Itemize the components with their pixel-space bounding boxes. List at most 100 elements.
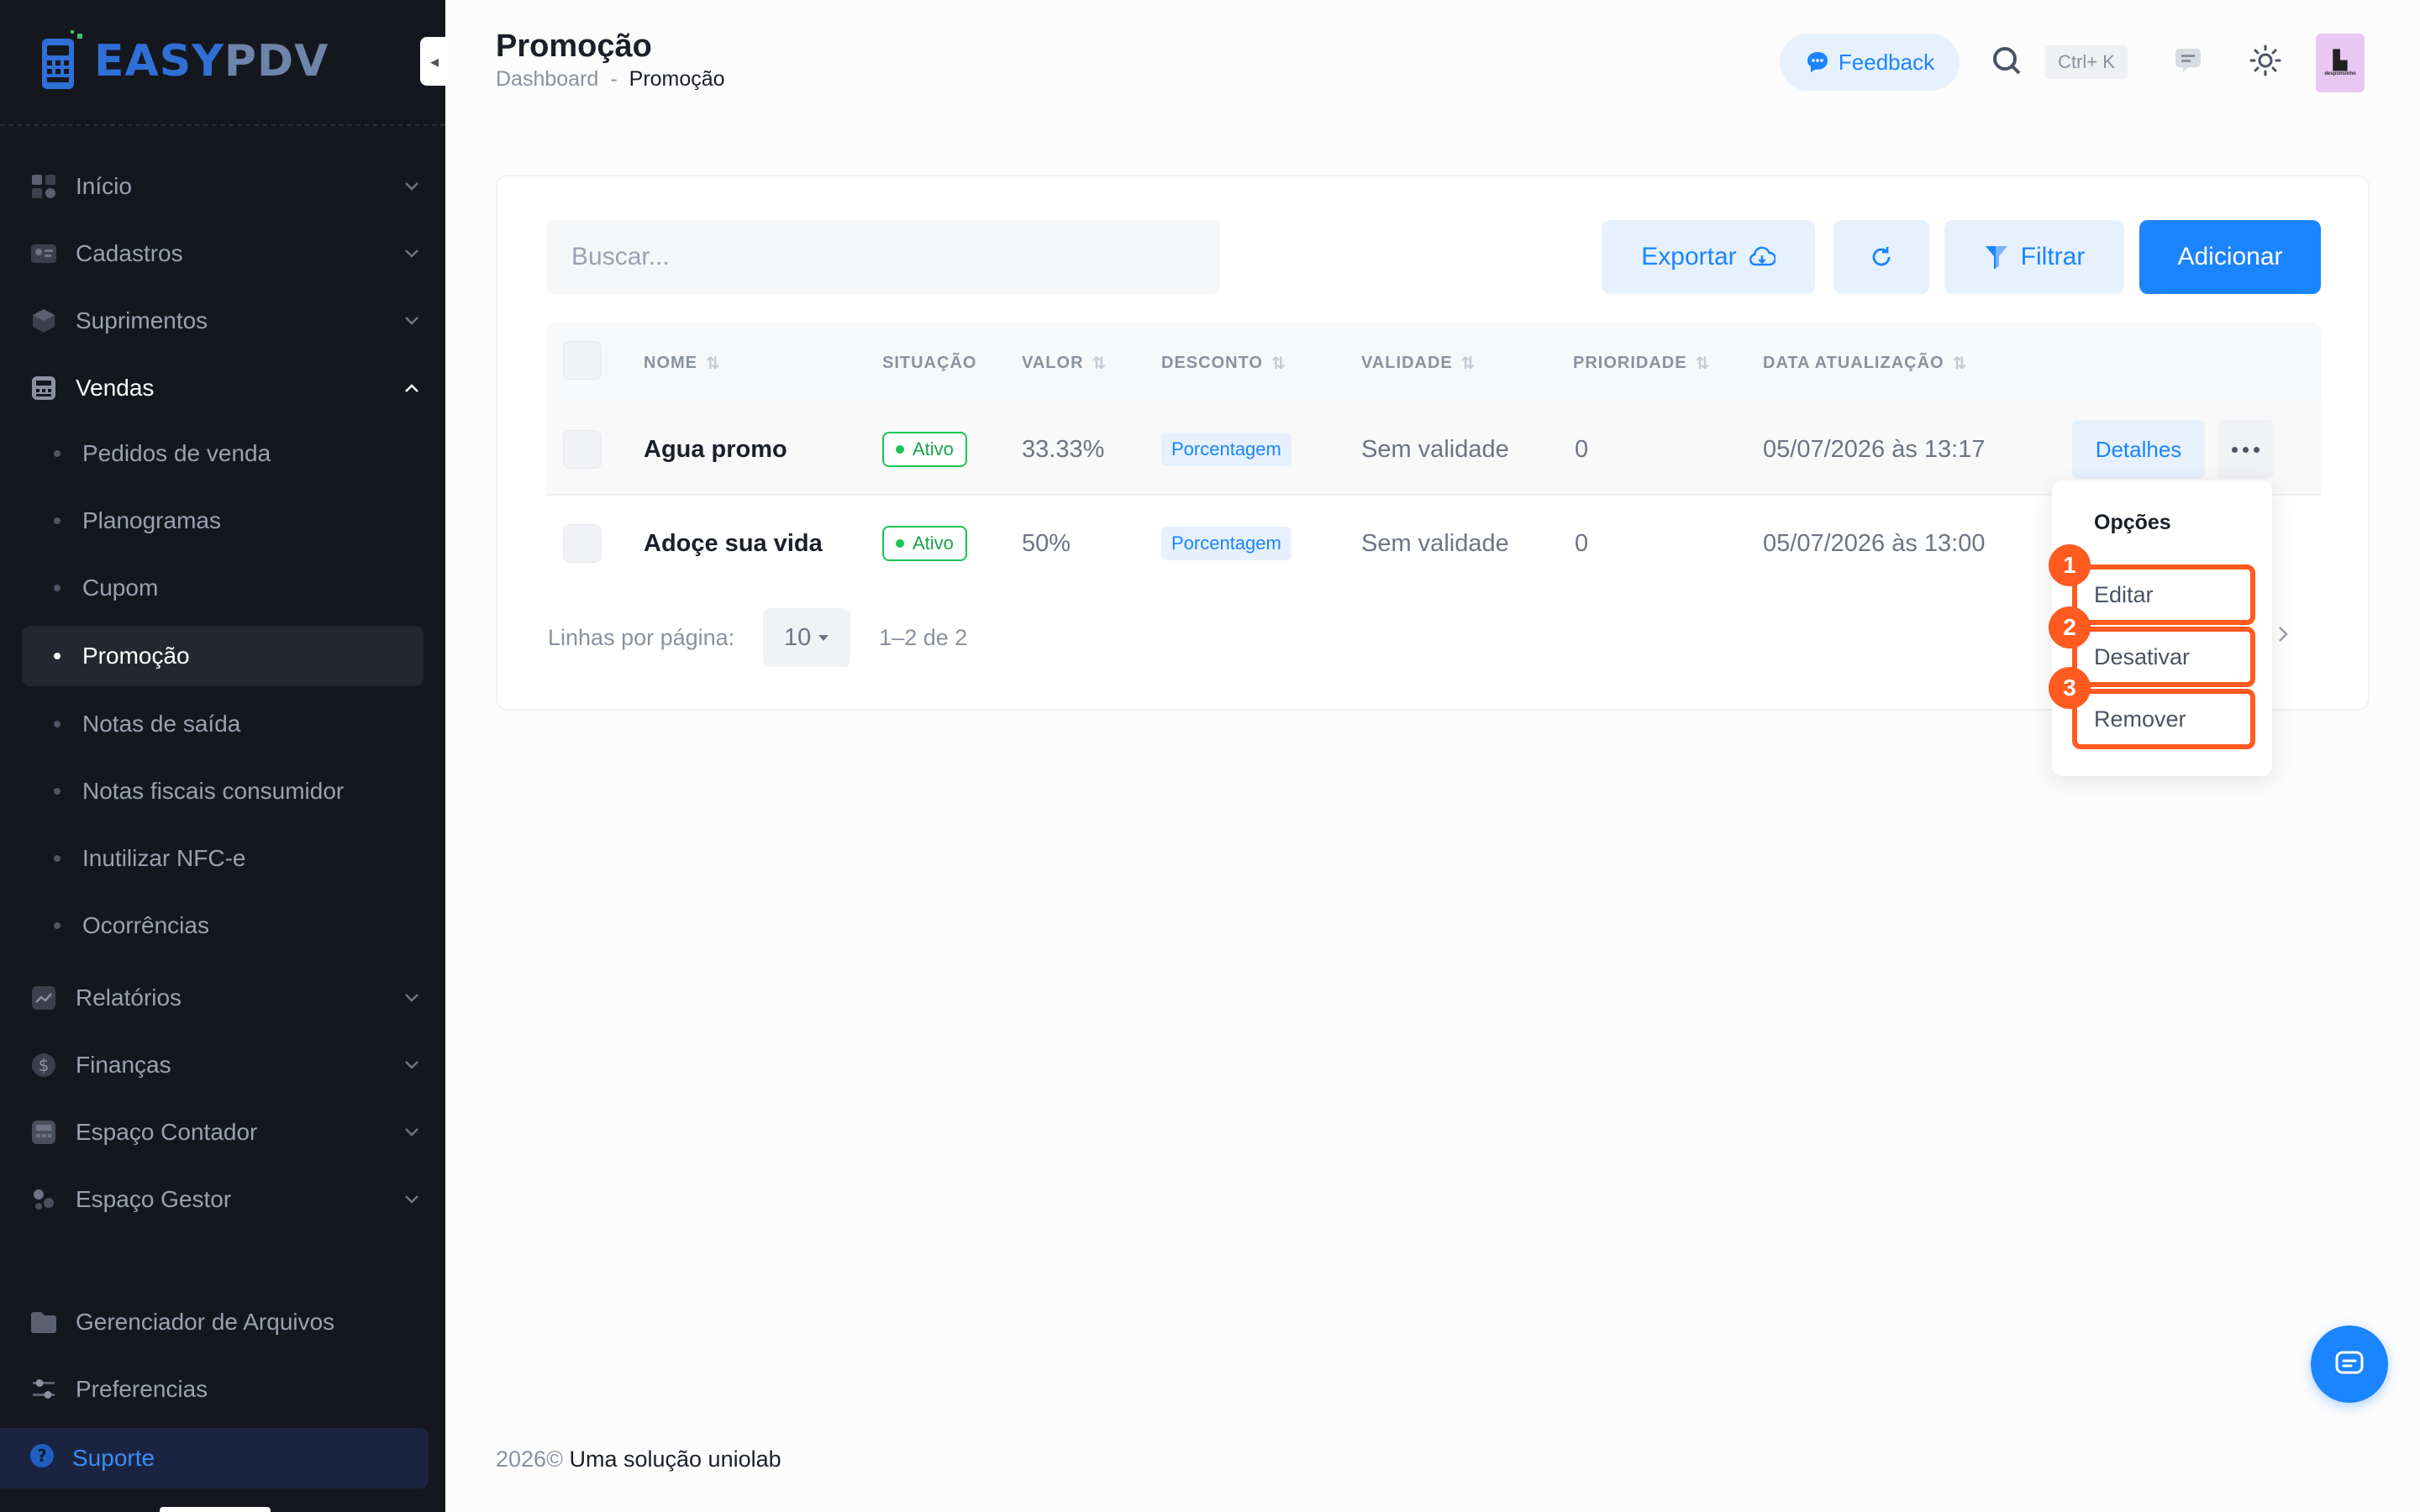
column-header-desconto[interactable]: DESCONTO ⇅ xyxy=(1161,323,1286,403)
svg-text:?: ? xyxy=(37,1446,47,1466)
sidebar-subitem-label: Ocorrências xyxy=(82,912,209,938)
sidebar-item-label: Finanças xyxy=(76,1052,171,1078)
column-header-validade[interactable]: VALIDADE ⇅ xyxy=(1361,323,1476,403)
sidebar-collapse-button[interactable]: ◂ xyxy=(420,37,449,86)
page-range: 1–2 de 2 xyxy=(879,624,968,650)
sidebar-item-label: Gerenciador de Arquivos xyxy=(76,1309,335,1335)
register-icon xyxy=(29,373,59,403)
cell-nome: Agua promo xyxy=(644,435,787,463)
sidebar-subitem-promocao[interactable]: Promoção xyxy=(22,626,424,686)
sidebar-item-suprimentos[interactable]: Suprimentos xyxy=(22,292,424,349)
details-button[interactable]: Detalhes xyxy=(2072,420,2205,479)
column-header-valor[interactable]: VALOR ⇅ xyxy=(1022,323,1107,403)
refresh-icon xyxy=(1872,247,1891,266)
cell-valor: 50% xyxy=(1022,529,1071,557)
row-checkbox[interactable] xyxy=(563,524,602,563)
bullet xyxy=(54,855,60,862)
add-button[interactable]: Adicionar xyxy=(2139,220,2321,294)
step-marker: 1 xyxy=(2049,544,2091,586)
sidebar-subitem-cupom[interactable]: Cupom xyxy=(22,558,424,618)
logo-text: EASYPDV xyxy=(94,36,329,87)
sidebar-subitem-pedidos-de-venda[interactable]: Pedidos de venda xyxy=(22,423,424,484)
avatar[interactable]: ▙ desponsinho xyxy=(2316,34,2365,92)
breadcrumb: Dashboard - Promoção xyxy=(496,67,725,92)
sidebar-item-label: Vendas xyxy=(76,375,155,401)
sidebar-item-gerenciador-de-arquivos[interactable]: Gerenciador de Arquivos xyxy=(22,1294,424,1351)
chevron-down-icon xyxy=(400,1188,424,1211)
column-header-situacao: SITUAÇÃO xyxy=(882,353,977,372)
chevron-down-icon xyxy=(400,986,424,1010)
next-page-button[interactable] xyxy=(2277,622,2289,650)
dot xyxy=(2253,446,2260,453)
sidebar-item-relatorios[interactable]: Relatórios xyxy=(22,969,424,1026)
sidebar-item-label: Início xyxy=(76,173,132,199)
search-icon[interactable] xyxy=(1991,45,2023,81)
discount-type-badge: Porcentagem xyxy=(1161,527,1292,560)
table-row: Agua promo Ativo 33.33% Porcentagem Sem … xyxy=(546,403,2321,496)
sidebar-item-espaco-contador[interactable]: Espaço Contador xyxy=(22,1104,424,1161)
column-header-data-atualizacao[interactable]: DATA ATUALIZAÇÃO ⇅ xyxy=(1763,323,1967,403)
step-marker: 2 xyxy=(2049,606,2091,648)
svg-text:$: $ xyxy=(39,1055,50,1075)
chat-support-button[interactable] xyxy=(2311,1326,2388,1403)
export-button[interactable]: Exportar xyxy=(1602,220,1815,294)
sidebar-item-label: Suprimentos xyxy=(76,307,208,333)
chevron-down-icon xyxy=(400,242,424,265)
chart-icon xyxy=(29,983,59,1013)
chevron-up-icon xyxy=(400,376,424,400)
sort-icon: ⇅ xyxy=(1270,354,1286,373)
sort-icon: ⇅ xyxy=(1695,354,1711,373)
select-all-checkbox[interactable] xyxy=(563,341,602,380)
sidebar-item-label: Espaço Gestor xyxy=(76,1186,232,1212)
avatar-logo-icon: ▙ xyxy=(2333,50,2348,71)
search-shortcut-hint: Ctrl+ K xyxy=(2045,45,2128,79)
cloud-download-icon xyxy=(1749,246,1776,266)
menu-item-remover[interactable]: Remover xyxy=(2072,689,2255,749)
filter-button[interactable]: Filtrar xyxy=(1944,220,2124,294)
sidebar-item-suporte[interactable]: ? Suporte xyxy=(0,1428,429,1488)
row-checkbox[interactable] xyxy=(563,430,602,469)
sidebar-item-vendas[interactable]: Vendas xyxy=(22,360,424,417)
status-badge: Ativo xyxy=(882,432,967,467)
menu-item-desativar[interactable]: Desativar xyxy=(2072,627,2255,687)
sidebar-item-financas[interactable]: $ Finanças xyxy=(22,1037,424,1094)
sidebar-subitem-label: Notas de saída xyxy=(82,711,241,737)
logo[interactable]: EASYPDV xyxy=(39,30,329,92)
sidebar-item-inicio[interactable]: Início xyxy=(22,158,424,215)
sidebar: EASYPDV ◂ Início Cadastros Suprimentos V… xyxy=(0,0,449,1512)
pagination: Linhas por página: 10 1–2 de 2 xyxy=(548,608,967,667)
dollar-icon: $ xyxy=(29,1050,59,1080)
bullet xyxy=(54,922,60,929)
sidebar-item-label: Espaço Contador xyxy=(76,1119,258,1145)
chevron-down-icon xyxy=(400,175,424,198)
column-header-nome[interactable]: NOME ⇅ xyxy=(644,323,721,403)
sidebar-item-cadastros[interactable]: Cadastros xyxy=(22,225,424,282)
bullet xyxy=(54,721,60,727)
refresh-button[interactable] xyxy=(1833,220,1929,294)
footer-brand[interactable]: Uma solução uniolab xyxy=(569,1446,781,1472)
chevron-down-icon xyxy=(400,1121,424,1144)
chevron-right-icon xyxy=(2279,627,2288,642)
cell-nome: Adoçe sua vida xyxy=(644,529,823,557)
theme-toggle-sun-icon[interactable] xyxy=(2249,44,2282,81)
sidebar-subitem-notas-fiscais-consumidor[interactable]: Notas fiscais consumidor xyxy=(22,761,424,822)
messages-icon[interactable] xyxy=(2173,45,2203,80)
feedback-button[interactable]: Feedback xyxy=(1780,34,1960,91)
page-title: Promoção xyxy=(496,29,652,64)
rows-per-page-select[interactable]: 10 xyxy=(763,608,851,667)
menu-item-editar[interactable]: Editar xyxy=(2072,564,2255,625)
breadcrumb-dashboard[interactable]: Dashboard xyxy=(496,67,598,92)
breadcrumb-current: Promoção xyxy=(629,67,725,91)
bullet xyxy=(54,517,60,524)
sidebar-subitem-planogramas[interactable]: Planogramas xyxy=(22,491,424,551)
sidebar-subitem-notas-de-saida[interactable]: Notas de saída xyxy=(22,694,424,754)
sidebar-item-preferencias[interactable]: Preferencias xyxy=(22,1361,424,1418)
more-options-button[interactable] xyxy=(2217,420,2274,479)
sidebar-item-espaco-gestor[interactable]: Espaço Gestor xyxy=(22,1171,424,1228)
sidebar-subitem-ocorrencias[interactable]: Ocorrências xyxy=(22,895,424,956)
export-label: Exportar xyxy=(1641,243,1737,270)
sidebar-subitem-inutilizar-nfce[interactable]: Inutilizar NFC-e xyxy=(22,828,424,889)
column-header-prioridade[interactable]: PRIORIDADE ⇅ xyxy=(1573,323,1710,403)
search-input[interactable] xyxy=(546,220,1220,294)
table-header: NOME ⇅ SITUAÇÃO VALOR ⇅ DESCONTO ⇅ VALIDADE… xyxy=(546,323,2321,403)
